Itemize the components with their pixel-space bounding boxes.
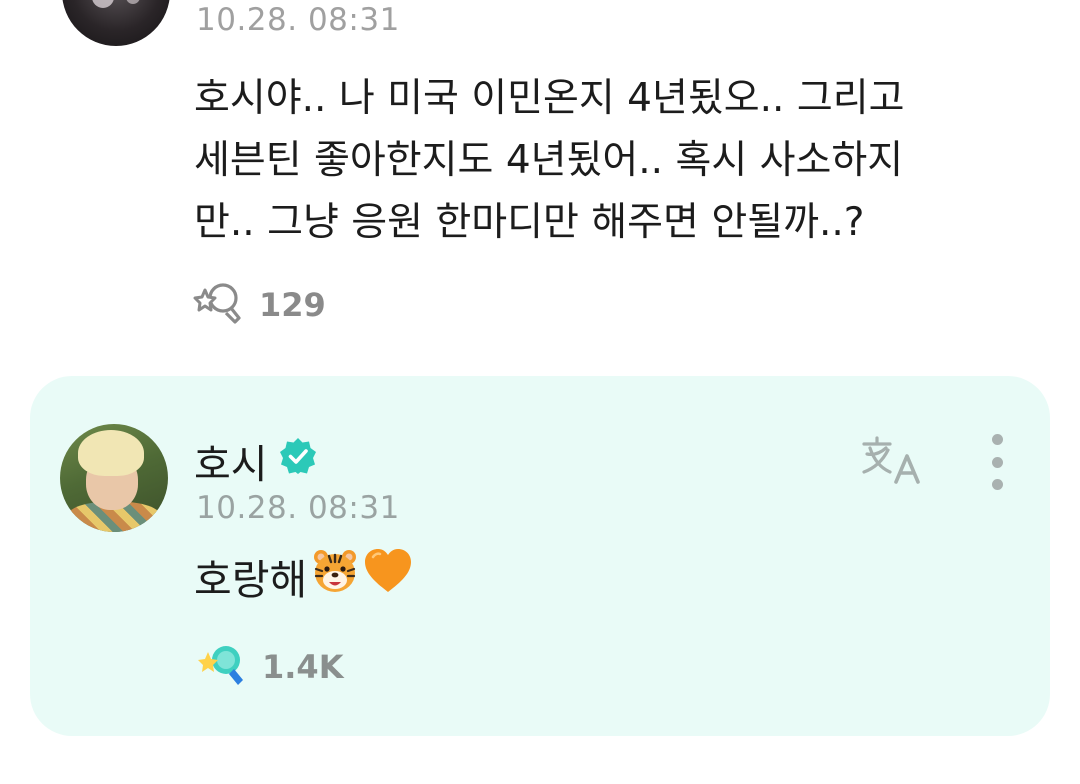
artist-name-row[interactable]: 호시 xyxy=(194,432,318,490)
cheer-outline-icon xyxy=(193,278,245,332)
avatar-detail xyxy=(78,430,144,476)
cheer-filled-icon xyxy=(196,640,248,694)
orange-heart-emoji xyxy=(363,547,413,605)
artist-cheer-button[interactable]: 1.4K xyxy=(196,640,343,694)
artist-reply-card: 호시 10.28. 08:31 호랑해 1.4K xyxy=(30,376,1050,736)
fan-avatar[interactable] xyxy=(62,0,170,46)
more-vertical-icon xyxy=(991,479,1003,490)
avatar-detail xyxy=(126,0,140,4)
fan-comment-line: 세븐틴 좋아한지도 4년됬어.. 혹시 사소하지 xyxy=(194,138,904,183)
fan-cheer-count: 129 xyxy=(259,286,326,324)
verified-badge-icon xyxy=(278,436,318,486)
avatar-detail xyxy=(92,0,114,8)
fan-comment-line: 만.. 그냥 응원 한마디만 해주면 안될까..? xyxy=(194,200,865,245)
translate-button[interactable] xyxy=(858,434,926,490)
more-options-button[interactable] xyxy=(980,434,1014,490)
more-vertical-icon xyxy=(991,434,1003,445)
translate-icon xyxy=(858,436,926,494)
fan-comment-line: 호시야.. 나 미국 이민온지 4년됬오.. 그리고 xyxy=(194,76,905,121)
fan-comment-timestamp: 10.28. 08:31 xyxy=(196,2,400,38)
artist-avatar[interactable] xyxy=(60,424,168,532)
fan-comment-text: 호시야.. 나 미국 이민온지 4년됬오.. 그리고 세븐틴 좋아한지도 4년됬… xyxy=(194,68,1034,254)
artist-reply-message: 호랑해 xyxy=(194,556,308,604)
more-vertical-icon xyxy=(991,456,1003,468)
fan-cheer-button[interactable]: 129 xyxy=(193,278,326,332)
artist-cheer-count: 1.4K xyxy=(262,648,344,686)
tiger-face-emoji xyxy=(311,547,359,605)
artist-reply-timestamp: 10.28. 08:31 xyxy=(196,490,400,526)
artist-reply-text: 호랑해 xyxy=(194,546,413,606)
artist-name: 호시 xyxy=(194,442,268,488)
